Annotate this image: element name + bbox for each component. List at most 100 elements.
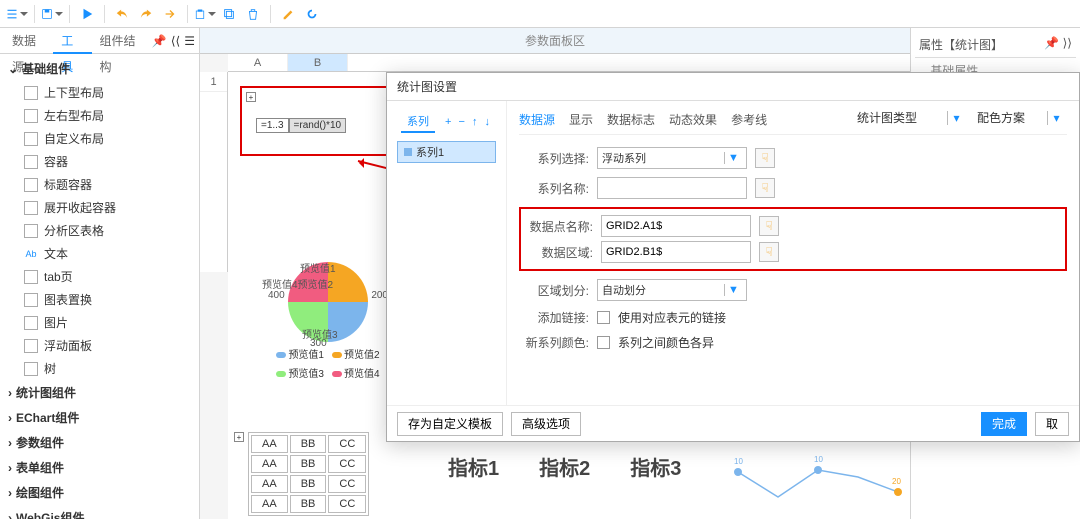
finish-button[interactable]: 完成 [981,412,1027,436]
pin-icon[interactable]: 📌 [1044,36,1059,50]
chart-type-select[interactable]: 统计图类型▾ [857,109,967,126]
region-split-select[interactable]: 自动划分▼ [597,279,747,301]
tree-item[interactable]: 分析区表格 [0,219,199,242]
add-row-icon[interactable]: + [234,432,244,442]
legend-item: 预览值3 [288,369,324,380]
pick-icon[interactable]: ☟ [755,148,775,168]
link-label: 添加链接: [519,309,589,326]
table-cell[interactable]: CC [328,435,366,453]
series-name-label: 系列名称: [519,180,589,197]
table-cell[interactable]: BB [290,455,327,473]
pick-icon[interactable]: ☟ [759,216,779,236]
series-toolbar[interactable]: + − ↑ ↓ [445,116,492,128]
tab-tools[interactable]: 工具 [53,28,91,54]
color-label: 新系列颜色: [519,334,589,351]
collapse-icon[interactable]: ⟨⟨ [171,34,180,48]
pie-chart-preview[interactable]: 预览值1 预览值4预览值2 400 200 预览值3 300 预览值1 预览值2… [248,262,408,422]
panel-title: 属性【统计图】 [919,36,1003,53]
indicator-1[interactable]: 指标1 [448,452,499,481]
point-name-input[interactable] [601,215,751,237]
tree-item[interactable]: tab页 [0,265,199,288]
tab-effect[interactable]: 动态效果 [669,111,717,128]
tab-display[interactable]: 显示 [569,111,593,128]
cell-b1[interactable]: =rand()*10 [289,118,347,133]
tree-item[interactable]: 图表置换 [0,288,199,311]
save-template-button[interactable]: 存为自定义模板 [397,412,503,436]
col-header-b[interactable]: B [288,54,348,71]
collapse-icon[interactable]: ⟩⟩ [1063,36,1072,50]
series-tab[interactable]: 系列 [401,111,435,133]
table-cell[interactable]: CC [328,475,366,493]
table-cell[interactable]: AA [251,475,288,493]
expand-handle-icon[interactable]: + [246,92,256,102]
line-chart-preview[interactable]: 10 10 20 [728,452,910,512]
play-icon[interactable] [76,3,98,25]
delete-icon[interactable] [242,3,264,25]
tree-item[interactable]: 上下型布局 [0,81,199,104]
table-cell[interactable]: CC [328,455,366,473]
tree-item[interactable]: 树 [0,357,199,380]
tree-item[interactable]: 图片 [0,311,199,334]
redo-icon[interactable] [135,3,157,25]
tab-datasource[interactable]: 数据源 [519,111,555,128]
tree-item[interactable]: 自定义布局 [0,127,199,150]
tree-item[interactable]: Ab文本 [0,242,199,265]
tab-datamark[interactable]: 数据标志 [607,111,655,128]
save-icon[interactable] [41,3,63,25]
paste-icon[interactable] [194,3,216,25]
table-cell[interactable]: BB [290,495,327,513]
forward-icon[interactable] [159,3,181,25]
pin-icon[interactable]: 📌 [152,34,167,48]
data-region-input[interactable] [601,241,751,263]
indicator-2[interactable]: 指标2 [539,452,590,481]
tab-refline[interactable]: 参考线 [731,111,767,128]
tree-group[interactable]: › 统计图组件 [0,380,199,405]
table-cell[interactable]: BB [290,435,327,453]
tree-group[interactable]: › EChart组件 [0,405,199,430]
link-checkbox[interactable] [597,311,610,324]
table-cell[interactable]: AA [251,495,288,513]
cancel-button[interactable]: 取 [1035,412,1069,436]
table-cell[interactable]: CC [328,495,366,513]
legend-item: 预览值2 [344,350,380,361]
color-scheme-select[interactable]: 配色方案▾ [977,109,1067,126]
pick-icon[interactable]: ☟ [755,178,775,198]
tree-item[interactable]: 展开收起容器 [0,196,199,219]
tree-group[interactable]: › WebGis组件 [0,505,199,519]
tree-group[interactable]: › 绘图组件 [0,480,199,505]
point-name-label: 数据点名称: [523,218,593,235]
row-header-1[interactable]: 1 [200,72,227,92]
tab-structure[interactable]: 组件结构 [92,28,152,54]
tree-item[interactable]: 容器 [0,150,199,173]
series-name-input[interactable] [597,177,747,199]
advanced-button[interactable]: 高级选项 [511,412,581,436]
refresh-icon[interactable] [301,3,323,25]
undo-icon[interactable] [111,3,133,25]
tree-item[interactable]: 左右型布局 [0,104,199,127]
color-checkbox[interactable] [597,336,610,349]
region-split-label: 区域划分: [519,282,589,299]
tree-item[interactable]: 标题容器 [0,173,199,196]
copy-icon[interactable] [218,3,240,25]
col-header-a[interactable]: A [228,54,288,71]
tree-item[interactable]: 浮动面板 [0,334,199,357]
series-select[interactable]: 浮动系列▼ [597,147,747,169]
menu-grip-icon[interactable]: ☰ [184,34,195,48]
series-item[interactable]: 系列1 [397,141,496,163]
tree-group[interactable]: ⌄ 基础组件 [0,56,199,81]
table-cell[interactable]: AA [251,455,288,473]
table-cell[interactable]: AA [251,435,288,453]
chart-settings-dialog: 统计图设置 系列 + − ↑ ↓ 系列1 统计图类型▾ 配色方案▾ 数据源 显示… [386,72,1080,442]
tree-group[interactable]: › 表单组件 [0,455,199,480]
pick-icon[interactable]: ☟ [759,242,779,262]
tab-datasource[interactable]: 数据源 [4,28,53,54]
param-panel-area[interactable]: 参数面板区 [200,28,910,54]
tree-group[interactable]: › 参数组件 [0,430,199,455]
indicator-3[interactable]: 指标3 [630,452,681,481]
cell-a1[interactable]: =1..3 [256,118,289,133]
format-icon[interactable] [277,3,299,25]
arrow-icon [354,158,364,168]
data-table[interactable]: AABBCCAABBCCAABBCCAABBCC [248,432,369,516]
table-cell[interactable]: BB [290,475,327,493]
menu-icon[interactable] [6,3,28,25]
